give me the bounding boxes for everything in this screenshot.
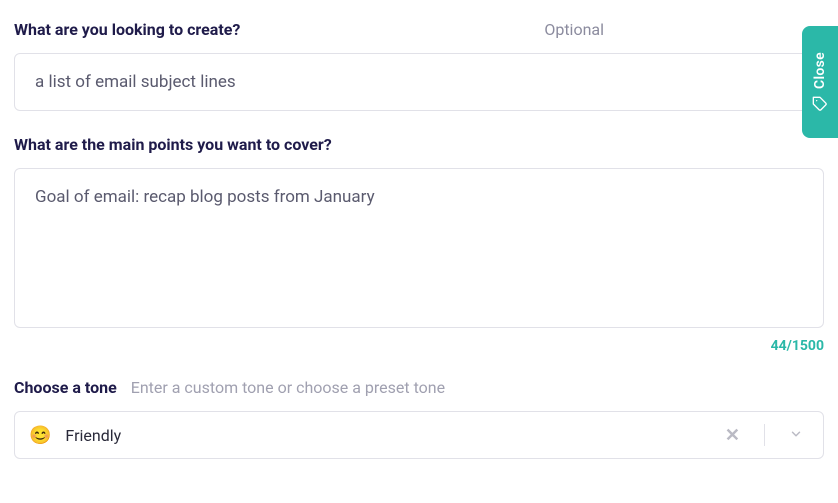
- tone-label: Choose a tone: [14, 378, 117, 397]
- tone-emoji-icon: 😊: [29, 425, 51, 446]
- tone-value: Friendly: [65, 426, 700, 445]
- create-input[interactable]: [14, 53, 824, 111]
- clear-icon[interactable]: ✕: [715, 425, 750, 446]
- divider: [764, 424, 765, 446]
- points-label: What are the main points you want to cov…: [14, 135, 332, 154]
- points-field-group: What are the main points you want to cov…: [14, 135, 824, 354]
- optional-label: Optional: [544, 20, 604, 39]
- tone-field-group: Choose a tone Enter a custom tone or cho…: [14, 378, 824, 459]
- points-textarea[interactable]: [14, 168, 824, 328]
- close-label: Close: [812, 52, 828, 89]
- tone-label-row: Choose a tone Enter a custom tone or cho…: [14, 378, 824, 397]
- tag-icon: [812, 96, 828, 112]
- char-count: 44/1500: [14, 338, 824, 354]
- create-field-group: What are you looking to create? Optional: [14, 20, 824, 111]
- create-label: What are you looking to create?: [14, 20, 240, 39]
- tone-hint: Enter a custom tone or choose a preset t…: [131, 378, 445, 397]
- tone-select[interactable]: 😊 Friendly ✕: [14, 411, 824, 459]
- close-panel-button[interactable]: Close: [802, 26, 838, 138]
- points-label-row: What are the main points you want to cov…: [14, 135, 824, 154]
- create-label-row: What are you looking to create? Optional: [14, 20, 824, 39]
- chevron-down-icon[interactable]: [779, 426, 809, 445]
